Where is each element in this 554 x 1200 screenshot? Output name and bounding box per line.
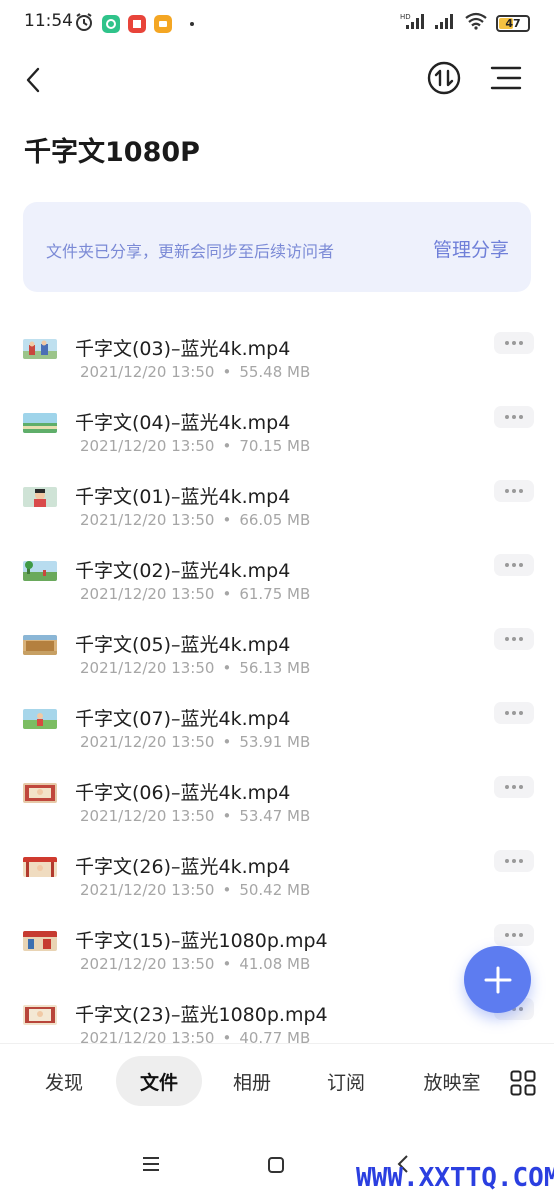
video-thumbnail <box>23 1005 57 1025</box>
more-options-button[interactable] <box>494 628 534 650</box>
status-time: 11:54 <box>24 11 73 31</box>
battery-icon: 47 <box>496 14 530 32</box>
file-row[interactable]: 千字文(26)–蓝光4k.mp4 2021/12/20 13:50 • 50.42 … <box>0 828 554 902</box>
video-thumbnail <box>23 709 57 729</box>
video-thumbnail <box>23 487 57 507</box>
more-options-button[interactable] <box>494 776 534 798</box>
watermark-text: WWW.XXTTQ.COM <box>356 1163 554 1193</box>
file-name: 千字文(02)–蓝光4k.mp4 <box>75 560 291 582</box>
more-options-button[interactable] <box>494 702 534 724</box>
file-meta: 2021/12/20 13:50 • 50.42 MB <box>80 881 311 899</box>
wifi-icon <box>464 12 488 34</box>
video-thumbnail <box>23 413 57 433</box>
more-options-button[interactable] <box>494 406 534 428</box>
file-meta: 2021/12/20 13:50 • 41.08 MB <box>80 955 311 973</box>
tab-discover[interactable]: 发现 <box>28 1056 100 1106</box>
video-thumbnail <box>23 635 57 655</box>
page-title: 千字文1080P <box>24 137 200 168</box>
file-meta: 2021/12/20 13:50 • 56.13 MB <box>80 659 311 677</box>
file-row[interactable]: 千字文(01)–蓝光4k.mp4 2021/12/20 13:50 • 66.05 … <box>0 458 554 532</box>
sort-menu-button[interactable] <box>488 62 524 94</box>
more-options-button[interactable] <box>494 850 534 872</box>
file-row[interactable]: 千字文(05)–蓝光4k.mp4 2021/12/20 13:50 • 56.13 … <box>0 606 554 680</box>
file-name: 千字文(03)–蓝光4k.mp4 <box>75 338 291 360</box>
file-name: 千字文(07)–蓝光4k.mp4 <box>75 708 291 730</box>
home-icon[interactable] <box>267 1156 285 1178</box>
status-notification-icons <box>74 12 194 36</box>
add-button[interactable] <box>464 946 531 1013</box>
back-button[interactable] <box>18 60 48 100</box>
alarm-icon <box>74 12 94 36</box>
recents-icon[interactable] <box>142 1156 160 1176</box>
file-meta: 2021/12/20 13:50 • 53.47 MB <box>80 807 311 825</box>
bottom-tab-bar: 发现 文件 相册 订阅 放映室 <box>0 1043 554 1123</box>
transfer-button[interactable] <box>426 60 462 96</box>
video-thumbnail <box>23 931 57 951</box>
file-row[interactable]: 千字文(04)–蓝光4k.mp4 2021/12/20 13:50 • 70.15 … <box>0 384 554 458</box>
chevron-left-icon <box>26 67 40 93</box>
file-meta: 2021/12/20 13:50 • 53.91 MB <box>80 733 311 751</box>
file-name: 千字文(15)–蓝光1080p.mp4 <box>75 930 328 952</box>
tab-album[interactable]: 相册 <box>216 1056 288 1106</box>
tab-screening-room[interactable]: 放映室 <box>408 1056 496 1106</box>
file-row[interactable]: 千字文(03)–蓝光4k.mp4 2021/12/20 13:50 • 55.48 … <box>0 310 554 384</box>
manage-share-button[interactable]: 管理分享 <box>433 235 509 262</box>
app-notification-icon <box>154 15 172 33</box>
file-row[interactable]: 千字文(02)–蓝光4k.mp4 2021/12/20 13:50 • 61.75 … <box>0 532 554 606</box>
file-meta: 2021/12/20 13:50 • 55.48 MB <box>80 363 311 381</box>
video-thumbnail <box>23 339 57 359</box>
plus-icon <box>484 966 511 993</box>
file-row[interactable]: 千字文(06)–蓝光4k.mp4 2021/12/20 13:50 • 53.47 … <box>0 754 554 828</box>
transfer-icon <box>427 61 461 95</box>
file-name: 千字文(06)–蓝光4k.mp4 <box>75 782 291 804</box>
file-meta: 2021/12/20 13:50 • 61.75 MB <box>80 585 311 603</box>
file-name: 千字文(05)–蓝光4k.mp4 <box>75 634 291 656</box>
more-options-button[interactable] <box>494 332 534 354</box>
tab-files[interactable]: 文件 <box>116 1056 202 1106</box>
share-notice-text: 文件夹已分享，更新会同步至后续访问者 <box>46 242 335 261</box>
status-bar: 11:54 HD 47 <box>0 0 554 44</box>
share-banner: 文件夹已分享，更新会同步至后续访问者 管理分享 <box>23 202 531 292</box>
svg-text:HD: HD <box>400 13 411 21</box>
file-meta: 2021/12/20 13:50 • 70.15 MB <box>80 437 311 455</box>
grid-icon <box>510 1070 536 1096</box>
app-notification-icon <box>128 15 146 33</box>
file-name: 千字文(01)–蓝光4k.mp4 <box>75 486 291 508</box>
grid-menu-button[interactable] <box>510 1070 536 1096</box>
video-thumbnail <box>23 783 57 803</box>
top-navigation <box>0 52 554 108</box>
video-thumbnail <box>23 857 57 877</box>
more-options-button[interactable] <box>494 480 534 502</box>
file-row[interactable]: 千字文(07)–蓝光4k.mp4 2021/12/20 13:50 • 53.91 … <box>0 680 554 754</box>
file-name: 千字文(26)–蓝光4k.mp4 <box>75 856 291 878</box>
file-list: 千字文(03)–蓝光4k.mp4 2021/12/20 13:50 • 55.48 … <box>0 310 554 1050</box>
signal-hd-icon: HD <box>400 12 426 34</box>
status-right-icons: HD 47 <box>400 12 530 34</box>
more-notifications-dot <box>190 22 194 26</box>
file-name: 千字文(23)–蓝光1080p.mp4 <box>75 1004 328 1026</box>
video-thumbnail <box>23 561 57 581</box>
sort-menu-icon <box>490 66 522 90</box>
more-options-button[interactable] <box>494 554 534 576</box>
app-notification-icon <box>102 15 120 33</box>
file-name: 千字文(04)–蓝光4k.mp4 <box>75 412 291 434</box>
more-options-button[interactable] <box>494 924 534 946</box>
tab-subscribe[interactable]: 订阅 <box>310 1056 382 1106</box>
signal-icon <box>434 12 456 34</box>
file-meta: 2021/12/20 13:50 • 66.05 MB <box>80 511 311 529</box>
